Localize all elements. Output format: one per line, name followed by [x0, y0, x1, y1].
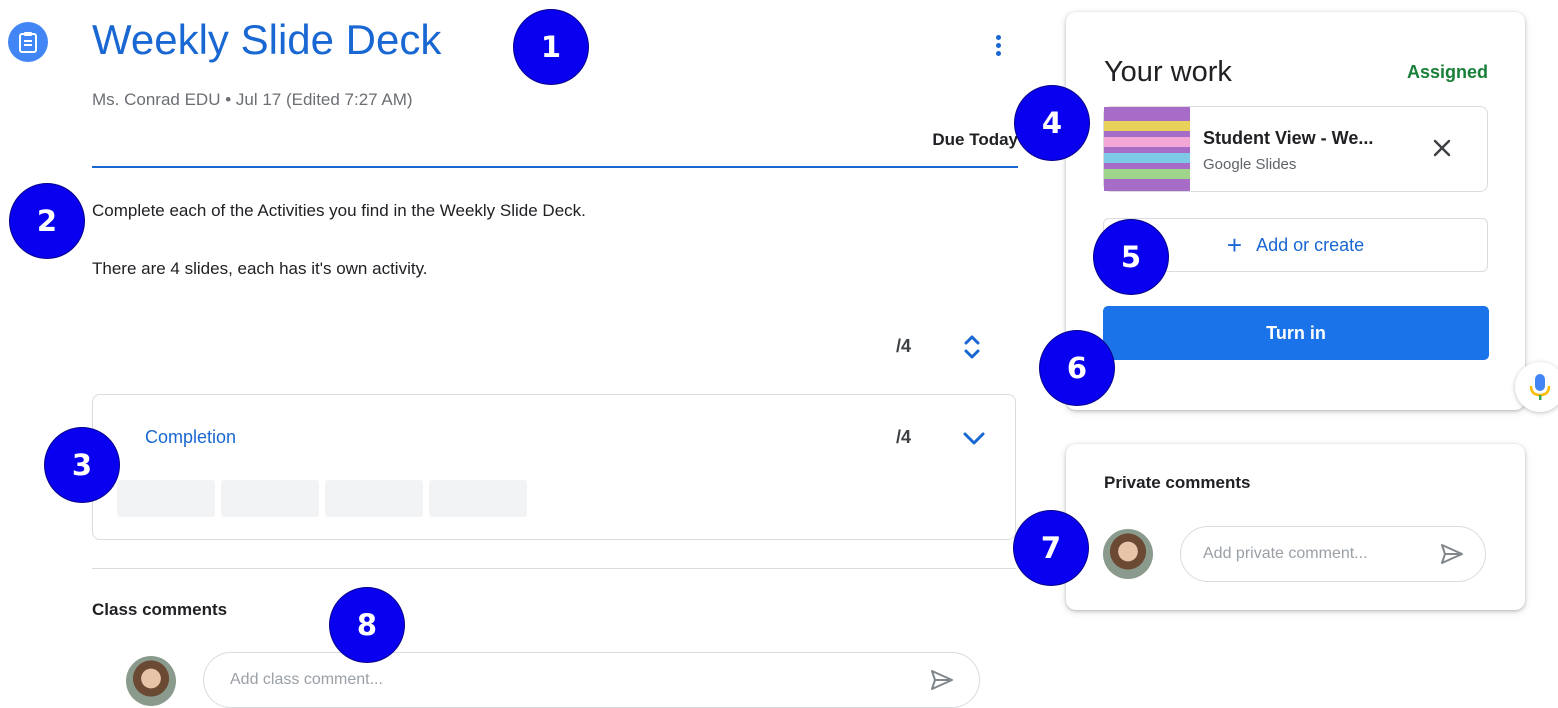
rubric-points: /4 [896, 427, 912, 447]
section-divider [92, 568, 1016, 569]
private-comment-field[interactable] [1180, 526, 1486, 582]
instructions-line-1: Complete each of the Activities you find… [92, 201, 586, 220]
send-icon[interactable] [929, 667, 955, 693]
class-comments-label: Class comments [92, 600, 228, 619]
instructions-line-2: There are 4 slides, each has it's own ac… [92, 259, 428, 278]
rubric-level [429, 480, 527, 517]
chevron-down-icon[interactable] [960, 424, 988, 452]
attachment-name: Student View - We... [1203, 128, 1374, 148]
header-divider [92, 166, 1018, 168]
rubric-level [117, 480, 215, 517]
status-badge: Assigned [1406, 62, 1488, 82]
callout-marker-7: 7 [1014, 511, 1088, 585]
avatar [126, 656, 176, 706]
your-work-title: Your work [1104, 56, 1232, 88]
assignment-icon [8, 22, 48, 62]
close-icon[interactable] [1430, 136, 1454, 160]
total-points: /4 [896, 336, 912, 356]
more-options-icon[interactable] [986, 30, 1010, 60]
callout-marker-8: 8 [330, 588, 404, 662]
callout-marker-3: 3 [45, 428, 119, 502]
callout-marker-4: 4 [1015, 86, 1089, 160]
private-comment-input[interactable] [1201, 544, 1439, 564]
send-icon[interactable] [1439, 541, 1465, 567]
slides-thumbnail [1104, 107, 1190, 191]
rubric-criterion[interactable]: Completion [145, 427, 236, 448]
plus-icon: + [1226, 230, 1243, 260]
callout-marker-2: 2 [10, 184, 84, 258]
microphone-icon[interactable] [1515, 362, 1558, 412]
class-comment-field[interactable] [203, 652, 980, 708]
rubric-card [92, 394, 1016, 540]
attachment-type: Google Slides [1203, 156, 1297, 173]
expand-collapse-icon[interactable] [962, 330, 982, 364]
callout-marker-6: 6 [1040, 331, 1114, 405]
assignment-meta: Ms. Conrad EDU • Jul 17 (Edited 7:27 AM) [92, 90, 413, 109]
turn-in-button[interactable]: Turn in [1103, 306, 1489, 360]
rubric-level [221, 480, 319, 517]
add-or-create-label: Add or create [1256, 234, 1365, 255]
class-comment-input[interactable] [228, 670, 929, 690]
private-comments-label: Private comments [1104, 473, 1251, 492]
avatar [1103, 529, 1153, 579]
rubric-level [325, 480, 423, 517]
callout-marker-1: 1 [514, 10, 588, 84]
page-title: Weekly Slide Deck [92, 16, 442, 63]
due-date: Due Today [932, 130, 1018, 149]
callout-marker-5: 5 [1094, 220, 1168, 294]
